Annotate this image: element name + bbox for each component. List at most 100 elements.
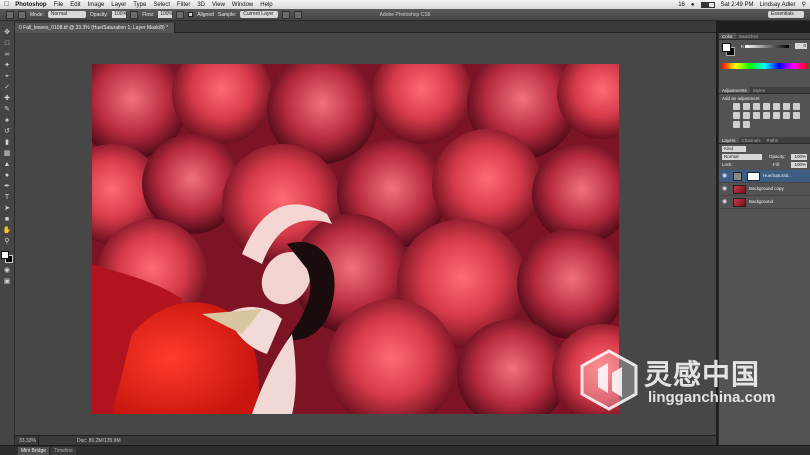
tab-styles[interactable]: Styles xyxy=(750,87,768,93)
quick-mask-icon[interactable]: ◉ xyxy=(2,266,12,275)
clock[interactable]: Sat 2:49 PM xyxy=(721,2,754,8)
selective-color-icon[interactable] xyxy=(733,121,740,128)
gradient-map-icon[interactable] xyxy=(743,121,750,128)
menu-view[interactable]: View xyxy=(212,2,225,8)
crop-tool-icon[interactable]: ⌖ xyxy=(2,72,12,81)
menu-filter[interactable]: Filter xyxy=(177,2,190,8)
color-balance-icon[interactable] xyxy=(793,103,800,110)
tab-mini-bridge[interactable]: Mini Bridge xyxy=(18,446,50,455)
tab-paths[interactable]: Paths xyxy=(764,137,782,143)
layer-name[interactable]: Background xyxy=(749,199,773,204)
path-select-tool-icon[interactable]: ➤ xyxy=(2,204,12,213)
menu-select[interactable]: Select xyxy=(153,2,170,8)
canvas-area[interactable] xyxy=(15,33,716,435)
tab-channels[interactable]: Channels xyxy=(739,137,764,143)
tab-adjustments[interactable]: Adjustments xyxy=(719,87,750,93)
threshold-icon[interactable] xyxy=(793,112,800,119)
zoom-tool-icon[interactable]: ⚲ xyxy=(2,237,12,246)
doc-size[interactable]: Doc: 80.2M/135.9M xyxy=(39,438,121,444)
pen-tool-icon[interactable]: ✒ xyxy=(2,182,12,191)
screen-mode-icon[interactable]: ▣ xyxy=(2,277,12,286)
invert-icon[interactable] xyxy=(773,112,780,119)
pressure-opacity-icon[interactable] xyxy=(130,10,139,19)
menu-image[interactable]: Image xyxy=(88,2,105,8)
layer-name[interactable]: Background copy xyxy=(749,186,784,191)
layer-filter-kind[interactable]: Kind xyxy=(722,146,746,152)
menu-edit[interactable]: Edit xyxy=(70,2,80,8)
tool-preset-icon[interactable] xyxy=(6,10,14,19)
color-swatches[interactable] xyxy=(1,251,13,264)
color-foreground[interactable] xyxy=(722,43,731,52)
exposure-icon[interactable] xyxy=(763,103,770,110)
clone-stamp-tool-icon[interactable]: ♠ xyxy=(2,116,12,125)
brush-icon[interactable] xyxy=(18,10,26,19)
document-tab[interactable]: 0 Fall_leaves_0108.tif @ 33.3% (Hue/Satu… xyxy=(15,23,175,33)
user-name[interactable]: Lindsay Adler xyxy=(760,2,796,8)
sample-select[interactable]: Current Layer xyxy=(240,11,279,18)
document-image[interactable] xyxy=(92,64,619,414)
lasso-tool-icon[interactable]: ∞ xyxy=(2,50,12,59)
posterize-icon[interactable] xyxy=(783,112,790,119)
fill-input[interactable]: 100% xyxy=(791,162,807,168)
color-lookup-icon[interactable] xyxy=(763,112,770,119)
black-white-icon[interactable] xyxy=(733,112,740,119)
tab-layers[interactable]: Layers xyxy=(719,137,739,143)
menu-help[interactable]: Help xyxy=(260,2,272,8)
eye-icon[interactable]: ◉ xyxy=(722,173,728,179)
app-menu[interactable]: Photoshop xyxy=(15,2,46,8)
flow-input[interactable]: 100% xyxy=(158,11,173,18)
eye-icon[interactable]: ◉ xyxy=(722,186,728,192)
shape-tool-icon[interactable]: ■ xyxy=(2,215,12,224)
gradient-tool-icon[interactable]: ▦ xyxy=(2,149,12,158)
menu-type[interactable]: Type xyxy=(133,2,146,8)
quick-select-tool-icon[interactable]: ✦ xyxy=(2,61,12,70)
eraser-tool-icon[interactable]: ▮ xyxy=(2,138,12,147)
layer-row-background-copy[interactable]: ◉ Background copy xyxy=(719,183,810,196)
menu-layer[interactable]: Layer xyxy=(111,2,126,8)
apple-icon[interactable]:  xyxy=(4,1,9,8)
airbrush-icon[interactable] xyxy=(176,10,185,19)
type-tool-icon[interactable]: T xyxy=(2,193,12,202)
brush-tool-icon[interactable]: ✎ xyxy=(2,105,12,114)
opacity-input[interactable]: 100% xyxy=(112,11,127,18)
color-spectrum-bar[interactable] xyxy=(721,63,808,69)
hand-tool-icon[interactable]: ✋ xyxy=(2,226,12,235)
wifi-icon[interactable]: ● xyxy=(691,2,695,8)
eye-icon[interactable]: ◉ xyxy=(722,199,728,205)
menu-window[interactable]: Window xyxy=(232,2,253,8)
blur-tool-icon[interactable]: ▲ xyxy=(2,160,12,169)
layer-row-background[interactable]: ◉ Background xyxy=(719,196,810,209)
mode-select[interactable]: Normal xyxy=(47,11,86,18)
move-tool-icon[interactable]: ✥ xyxy=(2,28,12,37)
workspace-select[interactable]: Essentials xyxy=(768,11,804,18)
layer-mask-thumb[interactable] xyxy=(747,172,760,181)
tab-swatches[interactable]: Swatches xyxy=(736,33,762,39)
layer-name[interactable]: Hue/Saturati... xyxy=(763,173,803,178)
zoom-level[interactable]: 33.33% xyxy=(15,435,39,446)
marquee-tool-icon[interactable]: □ xyxy=(2,39,12,48)
foreground-color-swatch[interactable] xyxy=(1,251,9,259)
brightness-contrast-icon[interactable] xyxy=(733,103,740,110)
healing-tool-icon[interactable]: ✚ xyxy=(2,94,12,103)
color-k-slider[interactable] xyxy=(745,45,789,48)
photo-filter-icon[interactable] xyxy=(743,112,750,119)
vibrance-icon[interactable] xyxy=(773,103,780,110)
layer-opacity-input[interactable]: 100% xyxy=(791,154,807,160)
curves-icon[interactable] xyxy=(753,103,760,110)
menu-3d[interactable]: 3D xyxy=(197,2,205,8)
channel-mixer-icon[interactable] xyxy=(753,112,760,119)
blend-mode-select[interactable]: Normal xyxy=(722,154,762,160)
levels-icon[interactable] xyxy=(743,103,750,110)
search-icon[interactable]: ⚲ xyxy=(802,1,806,8)
battery-icon[interactable] xyxy=(700,1,715,8)
status-count[interactable]: 16 xyxy=(678,2,685,8)
menu-file[interactable]: File xyxy=(54,2,64,8)
tab-timeline[interactable]: Timeline xyxy=(51,446,76,455)
ignore-adjustment-icon[interactable] xyxy=(282,10,291,19)
layer-row-hue-saturation[interactable]: ◉ Hue/Saturati... xyxy=(719,170,810,183)
pressure-size-icon[interactable] xyxy=(294,10,303,19)
aligned-checkbox[interactable] xyxy=(188,12,194,17)
color-k-value[interactable]: 0 xyxy=(795,43,807,49)
history-brush-tool-icon[interactable]: ↺ xyxy=(2,127,12,136)
hue-saturation-icon[interactable] xyxy=(783,103,790,110)
